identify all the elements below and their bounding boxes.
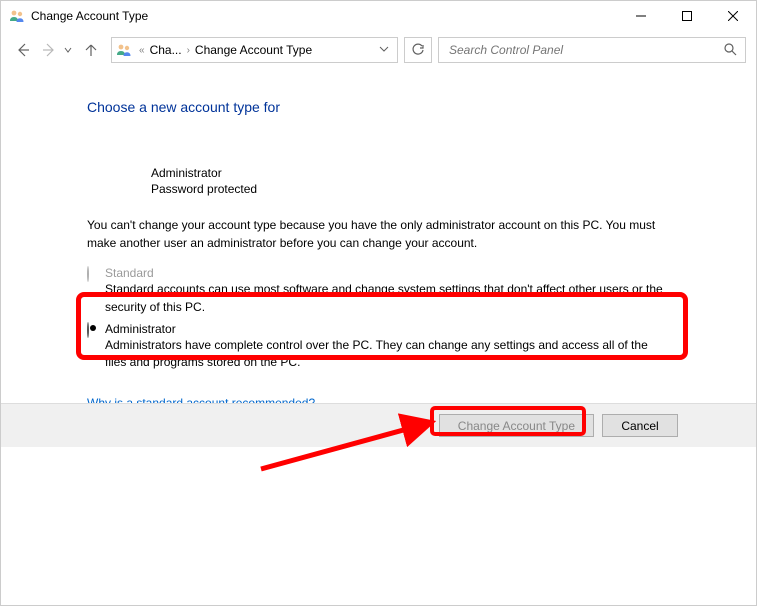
search-field[interactable]: [438, 37, 746, 63]
window-title: Change Account Type: [31, 9, 148, 23]
search-input[interactable]: [447, 42, 723, 58]
navigation-bar: « Cha... › Change Account Type: [1, 31, 756, 69]
change-account-type-button[interactable]: Change Account Type: [439, 414, 594, 437]
up-button[interactable]: [79, 38, 103, 62]
option-administrator-desc: Administrators have complete control ove…: [105, 337, 670, 372]
radio-administrator[interactable]: [87, 323, 99, 335]
maximize-button[interactable]: [664, 1, 710, 31]
explanation-text: You can't change your account type becau…: [1, 197, 756, 266]
title-bar: Change Account Type: [1, 1, 756, 31]
radio-standard: [87, 267, 99, 279]
chevron-left-icon: «: [136, 45, 148, 56]
history-dropdown-icon[interactable]: [63, 46, 73, 54]
back-button[interactable]: [11, 38, 35, 62]
breadcrumb-item[interactable]: Change Account Type: [195, 43, 312, 57]
option-administrator[interactable]: Administrator Administrators have comple…: [87, 322, 670, 372]
users-icon: [9, 8, 25, 24]
user-info: Administrator Password protected: [1, 115, 756, 197]
refresh-button[interactable]: [404, 37, 432, 63]
option-standard: Standard Standard accounts can use most …: [87, 266, 670, 316]
user-name: Administrator: [151, 165, 756, 181]
cancel-button[interactable]: Cancel: [602, 414, 678, 437]
page-heading: Choose a new account type for: [1, 77, 756, 115]
forward-button[interactable]: [37, 38, 61, 62]
users-icon: [116, 42, 132, 58]
option-standard-label: Standard: [105, 266, 670, 280]
address-dropdown-icon[interactable]: [375, 43, 393, 57]
content-area: Choose a new account type for Administra…: [1, 69, 756, 412]
option-administrator-label: Administrator: [105, 322, 670, 336]
user-status: Password protected: [151, 181, 756, 197]
address-bar[interactable]: « Cha... › Change Account Type: [111, 37, 398, 63]
account-type-options: Standard Standard accounts can use most …: [1, 266, 756, 372]
footer-bar: Change Account Type Cancel: [1, 403, 756, 447]
chevron-right-icon: ›: [184, 45, 193, 56]
search-icon: [723, 42, 737, 59]
window-controls: [618, 1, 756, 31]
option-standard-desc: Standard accounts can use most software …: [105, 281, 670, 316]
minimize-button[interactable]: [618, 1, 664, 31]
close-button[interactable]: [710, 1, 756, 31]
breadcrumb-item[interactable]: Cha...: [150, 43, 182, 57]
